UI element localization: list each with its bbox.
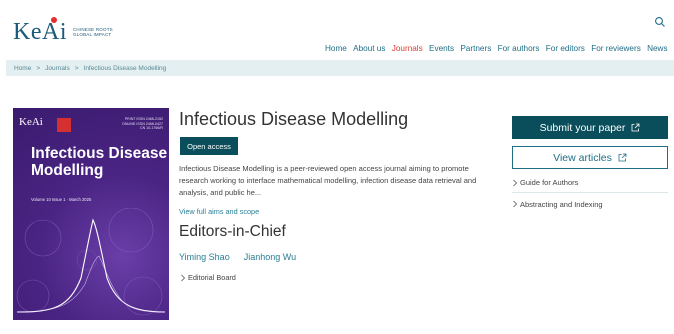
view-articles-button[interactable]: View articles [512, 146, 668, 169]
nav-journals[interactable]: Journals [392, 44, 423, 53]
logo-dot [51, 17, 57, 23]
editor-link[interactable]: Jianhong Wu [244, 252, 296, 262]
nav-home[interactable]: Home [325, 44, 347, 53]
guide-for-authors-label: Guide for Authors [520, 178, 579, 187]
logo-tagline: CHINESE ROOTS GLOBAL IMPACT [72, 26, 113, 38]
breadcrumb-journals[interactable]: Journals [45, 65, 70, 72]
nav-for-authors[interactable]: For authors [498, 44, 540, 53]
breadcrumb: Home > Journals > Infectious Disease Mod… [6, 60, 674, 76]
chevron-right-icon [513, 179, 518, 186]
nav-events[interactable]: Events [429, 44, 454, 53]
cover-title: Infectious Disease Modelling [31, 145, 168, 179]
nav-for-reviewers[interactable]: For reviewers [591, 44, 641, 53]
view-articles-label: View articles [553, 151, 612, 164]
cover-issn: PRINT ISSN 2468-2152 ONLINE ISSN 2468-04… [122, 117, 163, 131]
keai-logo[interactable]: KeAi CHINESE ROOTS GLOBAL IMPACT [13, 17, 113, 45]
main-nav: Home About us Journals Events Partners F… [325, 44, 674, 53]
chevron-right-icon [513, 200, 518, 208]
abstracting-indexing-link[interactable]: Abstracting and Indexing [512, 194, 668, 214]
submit-paper-button[interactable]: Submit your paper [512, 116, 668, 139]
journal-cover-image[interactable]: KeAi PRINT ISSN 2468-2152 ONLINE ISSN 24… [13, 108, 169, 320]
external-link-icon [618, 153, 627, 162]
journal-description: Infectious Disease Modelling is a peer-r… [179, 164, 477, 197]
editor-list: Yiming Shao Jianhong Wu [179, 252, 310, 262]
editor-link[interactable]: Yiming Shao [179, 252, 230, 262]
nav-for-editors[interactable]: For editors [546, 44, 585, 53]
guide-for-authors-link[interactable]: Guide for Authors [512, 173, 668, 193]
editors-in-chief-heading: Editors-in-Chief [179, 223, 286, 240]
cover-artwork [16, 208, 166, 316]
cover-logo: KeAi [19, 116, 43, 128]
external-link-icon [631, 123, 640, 132]
cover-volume: Volume 10 Issue 1 · March 2025 [31, 197, 92, 202]
nav-partners[interactable]: Partners [460, 44, 491, 53]
breadcrumb-separator: > [36, 64, 41, 72]
cover-publisher-badge [57, 118, 71, 132]
breadcrumb-current: Infectious Disease Modelling [83, 64, 167, 72]
search-icon[interactable] [654, 16, 666, 28]
breadcrumb-home[interactable]: Home [14, 65, 31, 72]
editorial-board-label: Editorial Board [188, 273, 236, 282]
open-access-badge: Open access [180, 137, 238, 155]
nav-about-us[interactable]: About us [353, 44, 385, 53]
logo-wordmark: KeAi [13, 19, 67, 45]
chevron-right-icon [181, 274, 186, 281]
submit-paper-label: Submit your paper [539, 121, 626, 134]
editorial-board-link[interactable]: Editorial Board [180, 273, 236, 282]
journal-title: Infectious Disease Modelling [179, 109, 409, 129]
abstracting-indexing-label: Abstracting and Indexing [520, 199, 603, 209]
breadcrumb-separator: > [74, 64, 79, 72]
aims-scope-link[interactable]: View full aims and scope [179, 207, 259, 216]
nav-news[interactable]: News [647, 44, 667, 53]
